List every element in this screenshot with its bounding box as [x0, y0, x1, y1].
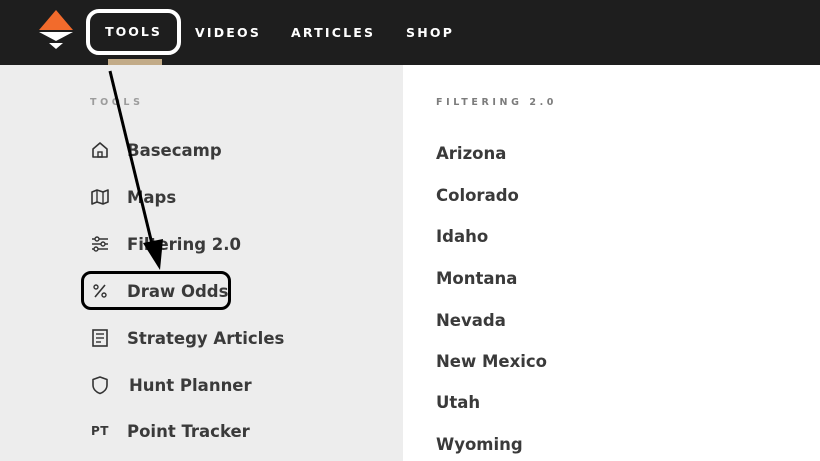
menu-item-label: Point Tracker — [127, 421, 250, 441]
menu-item-maps[interactable]: Maps — [88, 182, 176, 212]
state-link-new-mexico[interactable]: New Mexico — [436, 352, 547, 371]
menu-item-point-tracker[interactable]: PT Point Tracker — [88, 416, 250, 446]
menu-item-label: Filtering 2.0 — [127, 234, 241, 254]
article-icon — [88, 326, 112, 350]
state-link-colorado[interactable]: Colorado — [436, 186, 519, 205]
menu-item-filtering[interactable]: Filtering 2.0 — [88, 229, 241, 259]
gohunt-logo-icon[interactable] — [39, 10, 73, 50]
state-link-utah[interactable]: Utah — [436, 393, 480, 412]
pt-icon-text: PT — [91, 424, 109, 438]
sliders-icon — [88, 232, 112, 256]
state-link-arizona[interactable]: Arizona — [436, 144, 506, 163]
map-icon — [88, 185, 112, 209]
menu-item-label: Draw Odds — [127, 281, 229, 301]
menu-item-draw-odds[interactable]: Draw Odds — [88, 276, 228, 306]
nav-shop-link[interactable]: SHOP — [406, 0, 454, 65]
menu-item-label: Maps — [127, 187, 177, 207]
nav-tools-button[interactable]: TOOLS — [86, 9, 181, 55]
nav-videos-link[interactable]: VIDEOS — [195, 0, 261, 65]
nav-articles-link[interactable]: ARTICLES — [291, 0, 375, 65]
pt-icon: PT — [88, 419, 112, 443]
state-link-wyoming[interactable]: Wyoming — [436, 435, 523, 454]
top-navigation-bar: TOOLS VIDEOS ARTICLES SHOP — [0, 0, 820, 65]
filtering-section-heading: FILTERING 2.0 — [436, 97, 558, 108]
menu-item-label: Strategy Articles — [127, 328, 285, 348]
menu-item-basecamp[interactable]: Basecamp — [88, 135, 222, 165]
percent-icon — [88, 279, 112, 303]
menu-item-strategy-articles[interactable]: Strategy Articles — [88, 323, 284, 353]
shield-icon — [88, 373, 112, 397]
tools-section-heading: TOOLS — [90, 97, 144, 108]
state-link-nevada[interactable]: Nevada — [436, 311, 506, 330]
home-icon — [88, 138, 112, 162]
menu-item-label: Hunt Planner — [129, 375, 252, 395]
state-link-idaho[interactable]: Idaho — [436, 227, 488, 246]
menu-item-label: Basecamp — [127, 140, 222, 160]
tools-menu-sidebar — [0, 65, 403, 461]
state-link-montana[interactable]: Montana — [436, 269, 517, 288]
menu-item-hunt-planner[interactable]: Hunt Planner — [88, 370, 252, 400]
